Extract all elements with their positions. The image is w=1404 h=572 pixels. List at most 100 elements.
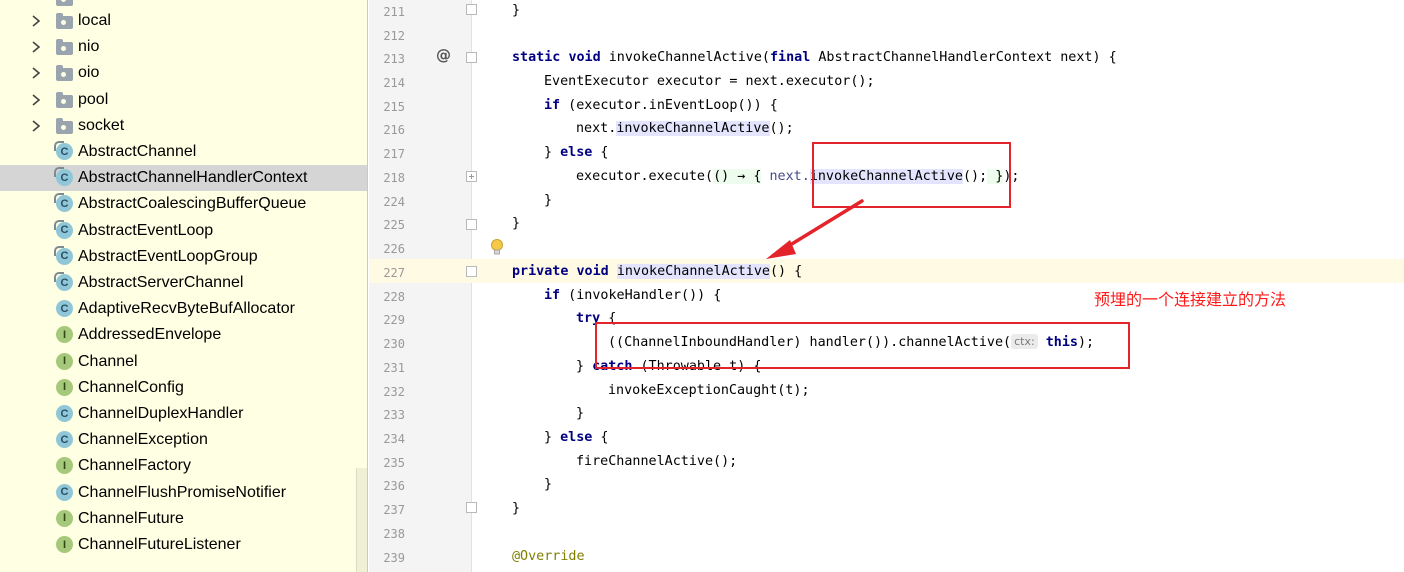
chevron-right-icon[interactable]: [30, 87, 42, 113]
class-icon: C: [56, 483, 73, 501]
code-line-224: }: [544, 193, 553, 208]
lightbulb-icon[interactable]: [490, 239, 504, 257]
code-line-233: }: [576, 406, 585, 421]
tree-item[interactable]: I ChannelConfig: [0, 375, 367, 401]
code-line-211: }: [512, 3, 521, 18]
abstract-class-icon: C: [54, 141, 73, 160]
tree-item-label: oio: [78, 64, 100, 82]
fold-marker[interactable]: [466, 219, 477, 230]
line-number: 213: [383, 52, 405, 66]
chevron-right-icon[interactable]: [30, 8, 42, 34]
code-line-227: private void invokeChannelActive() {: [512, 264, 803, 279]
line-number: 237: [383, 503, 405, 517]
tree-item[interactable]: C AbstractChannelHandlerContext: [0, 165, 367, 192]
tree-item-label: AbstractServerChannel: [78, 274, 244, 291]
override-marker-icon[interactable]: @: [436, 46, 451, 64]
tree-item[interactable]: I ChannelFactory: [0, 453, 367, 479]
fold-marker[interactable]: [466, 4, 477, 15]
tree-item[interactable]: C AdaptiveRecvByteBufAllocator: [0, 296, 367, 322]
tree-item[interactable]: I ChannelFutureListener: [0, 532, 367, 558]
fold-marker[interactable]: [466, 52, 477, 63]
tree-item[interactable]: I AddressedEnvelope: [0, 322, 367, 348]
fold-marker[interactable]: [466, 266, 477, 277]
class-icon: C: [56, 431, 73, 449]
chevron-right-icon[interactable]: [30, 34, 42, 60]
line-number: 229: [383, 313, 405, 327]
line-number: 216: [383, 123, 405, 137]
tree-item[interactable]: C AbstractServerChannel: [0, 270, 367, 296]
tree-item-label: AbstractEventLoopGroup: [78, 247, 258, 265]
line-number: 233: [383, 408, 405, 422]
tree-item[interactable]: nio: [0, 34, 367, 60]
code-line-236: }: [544, 477, 553, 492]
code-line-225: }: [512, 216, 521, 231]
line-number: 235: [383, 456, 405, 470]
chevron-right-icon[interactable]: [30, 113, 42, 139]
interface-icon: I: [56, 326, 73, 344]
tree-scrollbar[interactable]: [356, 468, 367, 572]
interface-icon: I: [56, 457, 73, 475]
code-line-216: next.invokeChannelActive();: [576, 121, 794, 136]
tree-item[interactable]: C ChannelDuplexHandler: [0, 401, 367, 427]
fold-expand-marker[interactable]: [466, 171, 477, 182]
tree-item[interactable]: C AbstractChannel: [0, 139, 367, 165]
tree-item-label: AbstractChannel: [78, 143, 197, 160]
line-number: 236: [383, 479, 405, 493]
package-icon: [56, 65, 73, 82]
tree-item-label: pool: [78, 90, 109, 108]
tree-item-label: ChannelConfig: [78, 378, 184, 396]
interface-icon: I: [56, 536, 73, 553]
line-number: 224: [383, 195, 405, 209]
interface-icon: I: [56, 378, 73, 396]
tree-item[interactable]: C ChannelFlushPromiseNotifier: [0, 480, 367, 506]
chevron-right-icon[interactable]: [30, 60, 42, 86]
tree-item[interactable]: C ChannelException: [0, 427, 367, 453]
tree-item-label: ChannelFactory: [78, 457, 191, 475]
abstract-class-icon: C: [54, 167, 73, 187]
line-number: 214: [383, 76, 405, 90]
tree-item[interactable]: C AbstractEventLoopGroup: [0, 244, 367, 270]
project-tree: local nio oio pool socket C AbstractChannel C Ab…: [0, 0, 368, 572]
annotation-text: 预埋的一个连接建立的方法: [1094, 290, 1287, 309]
code-line-237: }: [512, 501, 521, 516]
tree-item-label: AdaptiveRecvByteBufAllocator: [78, 300, 295, 318]
tree-item[interactable]: pool: [0, 87, 367, 113]
tree-item-label: ChannelFlushPromiseNotifier: [78, 483, 287, 501]
tree-item[interactable]: I ChannelFuture: [0, 506, 367, 532]
line-number: 228: [383, 290, 405, 304]
fold-marker[interactable]: [466, 502, 477, 513]
line-number: 227: [383, 266, 405, 280]
line-number: 217: [383, 147, 405, 161]
code-line-213: static void invokeChannelActive(final Ab…: [512, 50, 1117, 65]
tree-item[interactable]: oio: [0, 60, 367, 86]
line-number: 226: [383, 242, 405, 256]
tree-item-label: ChannelDuplexHandler: [78, 405, 244, 422]
code-line-214: EventExecutor executor = next.executor()…: [544, 74, 875, 89]
tree-item-label: local: [78, 12, 111, 29]
tree-item[interactable]: socket: [0, 113, 367, 139]
package-icon: [56, 117, 73, 134]
abstract-class-icon: C: [54, 272, 73, 291]
line-number: 238: [383, 527, 405, 541]
line-number: 232: [383, 385, 405, 399]
code-line-232: invokeExceptionCaught(t);: [608, 383, 810, 398]
interface-icon: I: [56, 509, 73, 527]
line-number: 234: [383, 432, 405, 446]
line-number: 225: [383, 218, 405, 232]
tree-item-label: AddressedEnvelope: [78, 326, 222, 344]
interface-icon: I: [56, 352, 73, 370]
tree-item-label: nio: [78, 38, 100, 56]
abstract-class-icon: C: [54, 245, 73, 265]
code-line-217: } else {: [544, 145, 609, 160]
package-icon: [56, 13, 73, 29]
tree-item[interactable]: C AbstractCoalescingBufferQueue: [0, 191, 367, 217]
code-line-234: } else {: [544, 430, 609, 445]
tree-item-label: socket: [78, 116, 125, 134]
abstract-class-icon: C: [54, 219, 73, 239]
tree-item[interactable]: C AbstractEventLoop: [0, 218, 367, 244]
code-line-215: if (executor.inEventLoop()) {: [544, 98, 778, 113]
tree-item[interactable]: I Channel: [0, 349, 367, 375]
code-line-235: fireChannelActive();: [576, 454, 738, 469]
tree-item[interactable]: local: [0, 8, 367, 34]
line-number: 239: [383, 551, 405, 565]
